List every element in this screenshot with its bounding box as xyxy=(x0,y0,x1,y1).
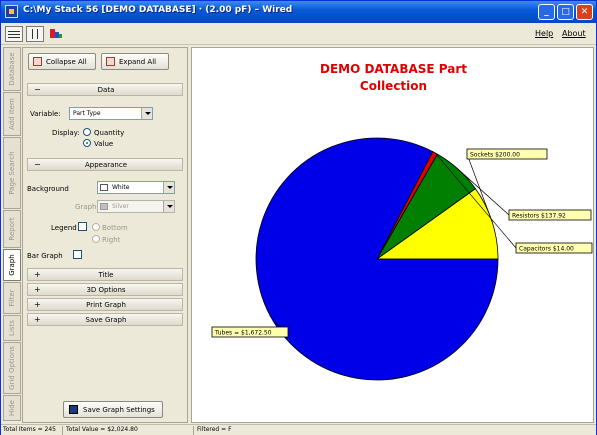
column-view-icon[interactable] xyxy=(26,26,44,42)
display-quantity-radio[interactable] xyxy=(83,128,91,136)
background-label: Background xyxy=(27,185,69,193)
section-title-header[interactable]: + Title xyxy=(27,268,183,281)
expand-all-button[interactable]: Expand All xyxy=(101,53,169,70)
graph-color-label: Graph xyxy=(75,203,97,211)
graph-view-icon[interactable] xyxy=(47,26,65,42)
section-save-graph-header[interactable]: + Save Graph xyxy=(27,313,183,326)
legend-right-label: Right xyxy=(102,236,121,244)
variable-label: Variable: xyxy=(30,110,61,118)
graph-color-select[interactable]: Silver xyxy=(97,200,175,213)
status-bar: Total Items = 245 Total Value = $2,024.8… xyxy=(1,424,596,435)
tab-report[interactable]: Report xyxy=(3,210,21,248)
minimize-button[interactable]: _ xyxy=(538,4,555,20)
section-print-graph-header[interactable]: + Print Graph xyxy=(27,298,183,311)
variable-select[interactable]: Part Type xyxy=(69,107,153,120)
save-graph-settings-button[interactable]: Save Graph Settings xyxy=(63,401,163,418)
section-appearance-header[interactable]: − Appearance xyxy=(27,158,183,171)
legend-label: Legend xyxy=(51,224,77,232)
bar-graph-label: Bar Graph xyxy=(27,252,63,260)
display-quantity-label: Quantity xyxy=(94,129,125,137)
legend-right-radio[interactable] xyxy=(92,235,100,243)
pie-chart-area: DEMO DATABASE Part Collection Sockets $2… xyxy=(191,47,594,423)
slice-label-3: Tubes = $1,672.50 xyxy=(214,330,272,337)
window-title: C:\My Stack 56 [DEMO DATABASE] · (2.00 p… xyxy=(23,5,293,15)
chevron-down-icon xyxy=(163,182,174,193)
legend-bottom-radio[interactable] xyxy=(92,223,100,231)
slice-label-1: Resistors $137.92 xyxy=(512,213,566,220)
tab-page-search[interactable]: Page Search xyxy=(3,137,21,209)
slice-label-0: Sockets $200.00 xyxy=(470,152,520,159)
chevron-down-icon xyxy=(163,201,174,212)
pie-chart: Sockets $200.00 Resistors $137.92 Capacito… xyxy=(211,137,593,381)
status-total-items: Total Items = 245 xyxy=(1,426,63,435)
menu-about[interactable]: About xyxy=(562,29,586,38)
chevron-down-icon xyxy=(141,108,152,119)
display-value-radio[interactable] xyxy=(83,139,91,147)
color-swatch xyxy=(100,203,108,210)
tab-lists[interactable]: Lists xyxy=(3,315,21,341)
legend-checkbox[interactable] xyxy=(78,222,87,231)
application-window: C:\My Stack 56 [DEMO DATABASE] · (2.00 p… xyxy=(0,0,597,435)
collapse-icon xyxy=(33,57,42,66)
display-value-label: Value xyxy=(94,140,114,148)
color-swatch xyxy=(100,184,108,191)
bar-graph-checkbox[interactable] xyxy=(73,250,82,259)
expand-icon xyxy=(106,57,115,66)
slice-label-2: Capacitors $14.00 xyxy=(519,246,574,253)
save-disk-icon xyxy=(69,405,78,414)
tab-filter[interactable]: Filter xyxy=(3,282,21,314)
status-total-value: Total Value = $2,024.80 xyxy=(64,426,194,435)
maximize-button[interactable]: □ xyxy=(557,4,574,20)
tab-database[interactable]: Database xyxy=(3,47,21,91)
menu-bar: Help About xyxy=(1,23,596,45)
collapse-all-button[interactable]: Collapse All xyxy=(28,53,96,70)
legend-bottom-label: Bottom xyxy=(102,224,128,232)
list-view-icon[interactable] xyxy=(5,26,23,42)
app-icon[interactable] xyxy=(5,5,18,18)
tab-grid-options[interactable]: Grid Options xyxy=(3,342,21,394)
menu-help[interactable]: Help xyxy=(535,29,553,38)
tab-graph[interactable]: Graph xyxy=(3,249,21,281)
tab-hide[interactable]: Hide xyxy=(3,395,21,421)
close-button[interactable]: ✕ xyxy=(576,4,593,20)
title-bar[interactable]: C:\My Stack 56 [DEMO DATABASE] · (2.00 p… xyxy=(1,1,596,23)
status-filtered: Filtered = F xyxy=(197,426,232,433)
display-label: Display: xyxy=(52,129,80,137)
section-data-header[interactable]: − Data xyxy=(27,83,183,96)
side-tab-strip: Database Add Item Page Search Report Gra… xyxy=(3,47,21,421)
section-3d-options-header[interactable]: + 3D Options xyxy=(27,283,183,296)
graph-settings-panel: Collapse All Expand All − Data Variable:… xyxy=(22,47,188,423)
background-color-select[interactable]: White xyxy=(97,181,175,194)
tab-add-item[interactable]: Add Item xyxy=(3,92,21,136)
